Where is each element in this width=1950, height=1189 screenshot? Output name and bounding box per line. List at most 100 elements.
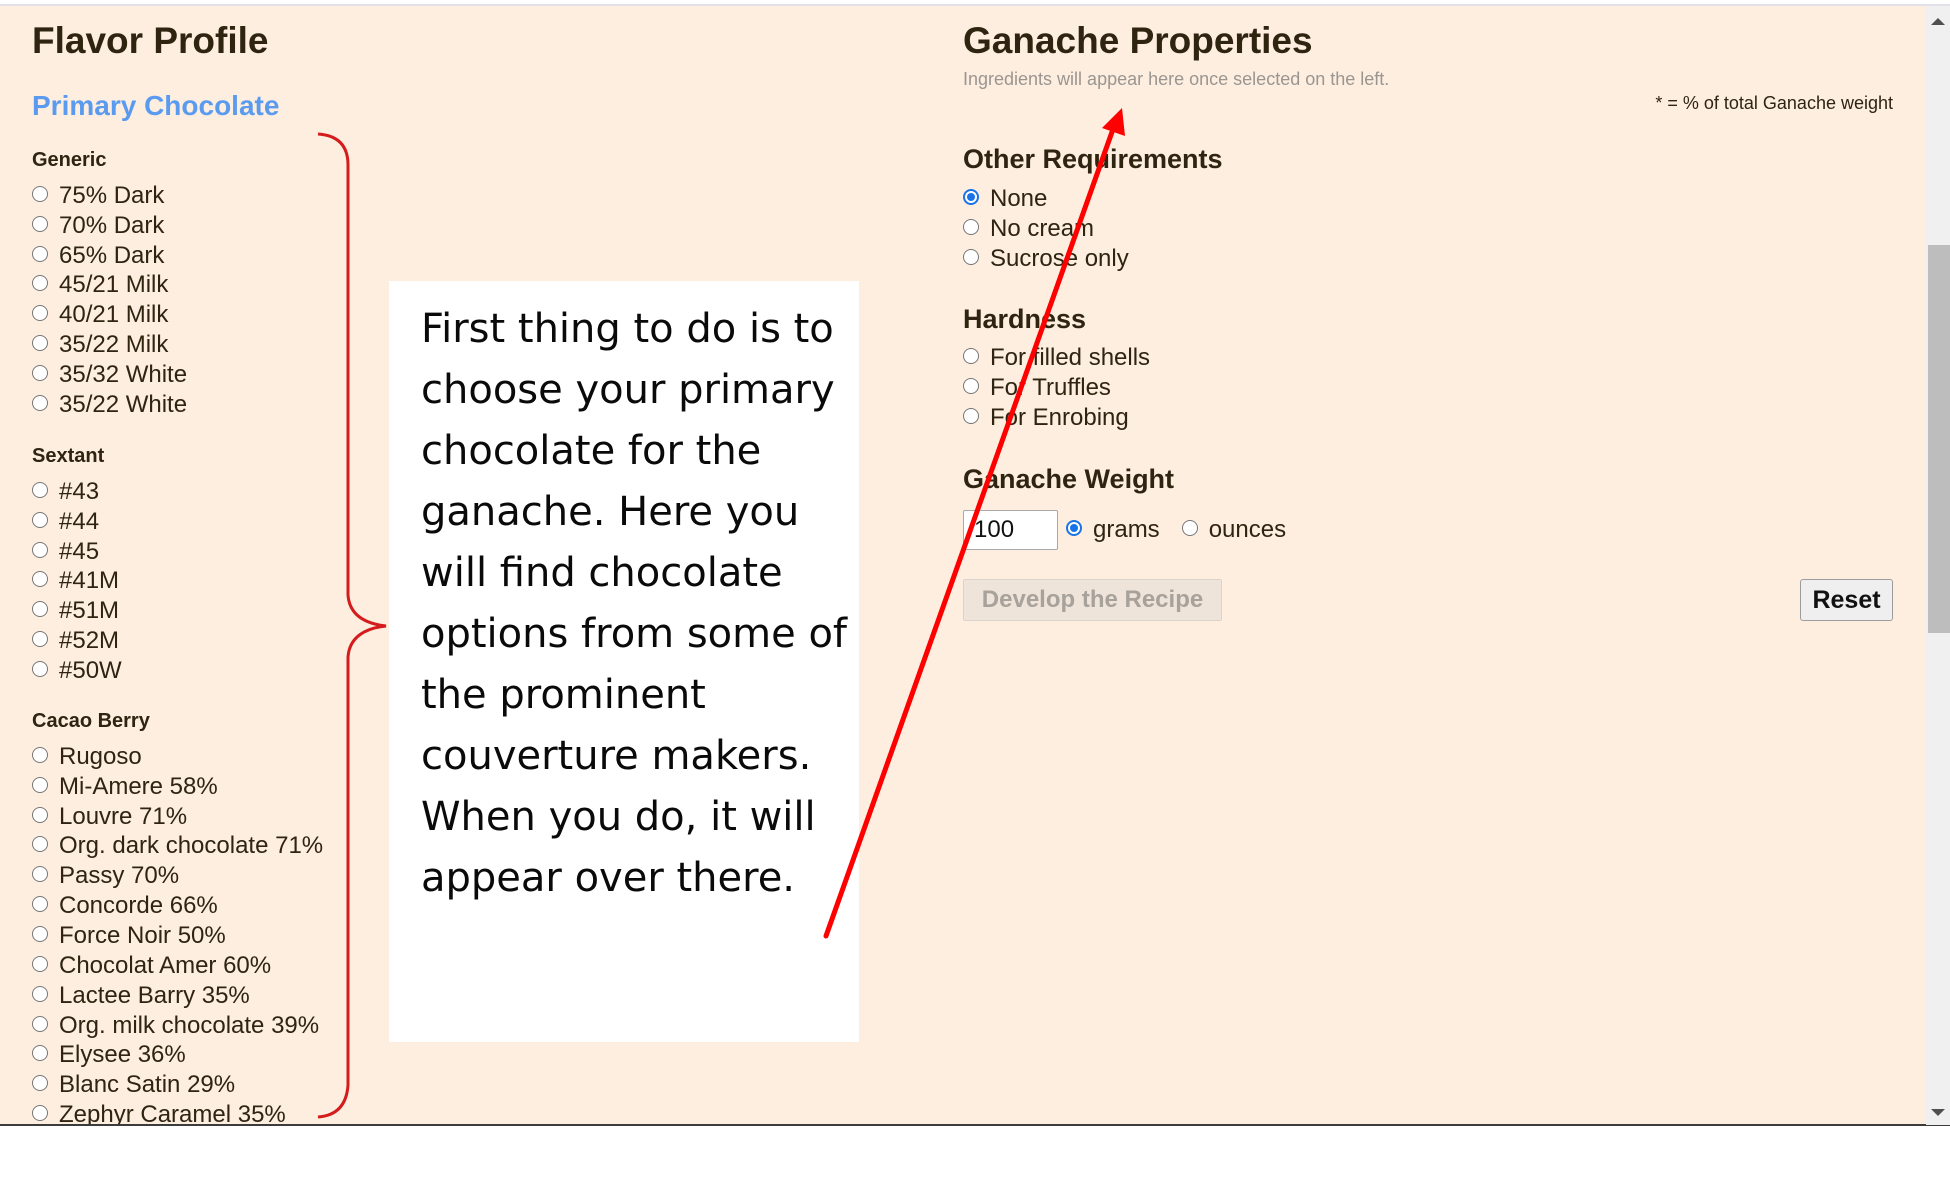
option-none[interactable]: None [963, 184, 1129, 214]
option-cacao-berry[interactable]: Org. milk chocolate 39% [32, 1011, 323, 1041]
radio-button[interactable] [32, 335, 48, 352]
option-cacao-berry[interactable]: Louvre 71% [32, 802, 323, 832]
page-content: Flavor Profile Primary Chocolate Generic… [0, 6, 1926, 1125]
radio-button[interactable] [32, 631, 48, 648]
unit-grams[interactable]: grams [1066, 516, 1160, 544]
option-label: Elysee 36% [59, 1041, 186, 1069]
option-sextant[interactable]: #41M [32, 567, 122, 597]
radio-button[interactable] [32, 1105, 48, 1122]
option-truffles[interactable]: For Truffles [963, 373, 1150, 403]
option-label: Louvre 71% [59, 802, 188, 830]
option-no-cream[interactable]: No cream [963, 214, 1129, 244]
hardness-heading: Hardness [963, 304, 1087, 334]
radio-button[interactable] [32, 1045, 48, 1062]
flavor-profile-title: Flavor Profile [32, 20, 269, 61]
radio-button[interactable] [32, 806, 48, 823]
radio-button[interactable] [1181, 520, 1198, 536]
radio-button[interactable] [32, 1075, 48, 1092]
radio-button[interactable] [963, 248, 979, 265]
option-generic[interactable]: 35/22 White [32, 390, 187, 420]
ganache-weight-input[interactable] [963, 510, 1058, 550]
option-sextant[interactable]: #44 [32, 507, 122, 537]
option-sextant[interactable]: #50W [32, 656, 122, 686]
unit-label: ounces [1208, 516, 1287, 543]
radio-button-checked[interactable] [1066, 520, 1082, 536]
option-filled-shells[interactable]: For filled shells [963, 343, 1150, 373]
option-label: Lactee Barry 35% [59, 981, 250, 1009]
radio-button[interactable] [32, 660, 48, 677]
option-sextant[interactable]: #45 [32, 537, 122, 567]
radio-button[interactable] [963, 377, 979, 394]
reset-button[interactable]: Reset [1800, 579, 1893, 621]
hardness-options: For filled shells For Truffles For Enrob… [963, 343, 1150, 433]
scroll-up-arrow-icon[interactable] [1931, 18, 1945, 25]
option-sextant[interactable]: #52M [32, 626, 122, 656]
option-label: #51M [59, 597, 120, 625]
option-generic[interactable]: 65% Dark [32, 241, 187, 271]
option-cacao-berry[interactable]: Concorde 66% [32, 891, 323, 921]
radio-button[interactable] [32, 1015, 48, 1032]
radio-button[interactable] [32, 776, 48, 793]
group-heading-generic: Generic [32, 149, 107, 171]
option-cacao-berry[interactable]: Chocolat Amer 60% [32, 951, 323, 981]
option-sextant[interactable]: #43 [32, 477, 122, 507]
radio-button[interactable] [32, 836, 48, 853]
radio-button[interactable] [963, 407, 979, 424]
option-generic[interactable]: 40/21 Milk [32, 300, 187, 330]
scroll-down-arrow-icon[interactable] [1931, 1109, 1945, 1116]
vertical-scrollbar[interactable] [1926, 6, 1950, 1125]
generic-options: 75% Dark 70% Dark 65% Dark 45/21 Milk 40… [32, 181, 187, 420]
other-requirements-options: None No cream Sucrose only [963, 184, 1129, 274]
option-label: #45 [59, 537, 100, 565]
option-generic[interactable]: 35/22 Milk [32, 330, 187, 360]
radio-button[interactable] [32, 185, 48, 202]
unit-label: grams [1093, 516, 1160, 543]
radio-button[interactable] [32, 245, 48, 262]
radio-button[interactable] [32, 511, 48, 528]
radio-button[interactable] [32, 571, 48, 588]
ingredients-hint: Ingredients will appear here once select… [963, 69, 1390, 89]
option-cacao-berry[interactable]: Mi-Amere 58% [32, 772, 323, 802]
option-cacao-berry[interactable]: Elysee 36% [32, 1040, 323, 1070]
option-label: For Truffles [990, 373, 1111, 401]
develop-recipe-button[interactable]: Develop the Recipe [963, 579, 1222, 621]
option-sextant[interactable]: #51M [32, 596, 122, 626]
option-label: Chocolat Amer 60% [59, 951, 272, 979]
option-generic[interactable]: 45/21 Milk [32, 271, 187, 301]
option-cacao-berry[interactable]: Force Noir 50% [32, 921, 323, 951]
option-label: For Enrobing [990, 403, 1129, 431]
radio-button[interactable] [32, 364, 48, 381]
option-cacao-berry[interactable]: Passy 70% [32, 861, 323, 891]
radio-button[interactable] [32, 955, 48, 972]
annotation-callout: First thing to do is to choose your prim… [389, 281, 859, 1042]
option-enrobing[interactable]: For Enrobing [963, 403, 1150, 433]
option-generic[interactable]: 35/32 White [32, 360, 187, 390]
radio-button[interactable] [32, 925, 48, 942]
option-generic[interactable]: 70% Dark [32, 211, 187, 241]
radio-button-checked[interactable] [963, 188, 979, 205]
radio-button[interactable] [32, 275, 48, 292]
radio-button[interactable] [32, 896, 48, 913]
unit-ounces[interactable]: ounces [1181, 516, 1287, 544]
radio-button[interactable] [32, 305, 48, 322]
radio-button[interactable] [32, 601, 48, 618]
group-heading-sextant: Sextant [32, 445, 105, 467]
radio-button[interactable] [32, 215, 48, 232]
option-sucrose-only[interactable]: Sucrose only [963, 244, 1129, 274]
radio-button[interactable] [32, 866, 48, 883]
radio-button[interactable] [32, 481, 48, 498]
option-generic[interactable]: 75% Dark [32, 181, 187, 211]
option-cacao-berry[interactable]: Lactee Barry 35% [32, 981, 323, 1011]
radio-button[interactable] [32, 985, 48, 1002]
radio-button[interactable] [32, 746, 48, 763]
radio-button[interactable] [963, 218, 979, 235]
option-cacao-berry[interactable]: Org. dark chocolate 71% [32, 832, 323, 862]
radio-button[interactable] [32, 394, 48, 411]
option-cacao-berry[interactable]: Zephyr Caramel 35% [32, 1100, 323, 1125]
scrollbar-thumb[interactable] [1928, 245, 1950, 633]
annotation-text: First thing to do is to choose your prim… [421, 306, 847, 901]
radio-button[interactable] [963, 347, 979, 364]
option-cacao-berry[interactable]: Blanc Satin 29% [32, 1070, 323, 1100]
radio-button[interactable] [32, 541, 48, 558]
option-cacao-berry[interactable]: Rugoso [32, 742, 323, 772]
